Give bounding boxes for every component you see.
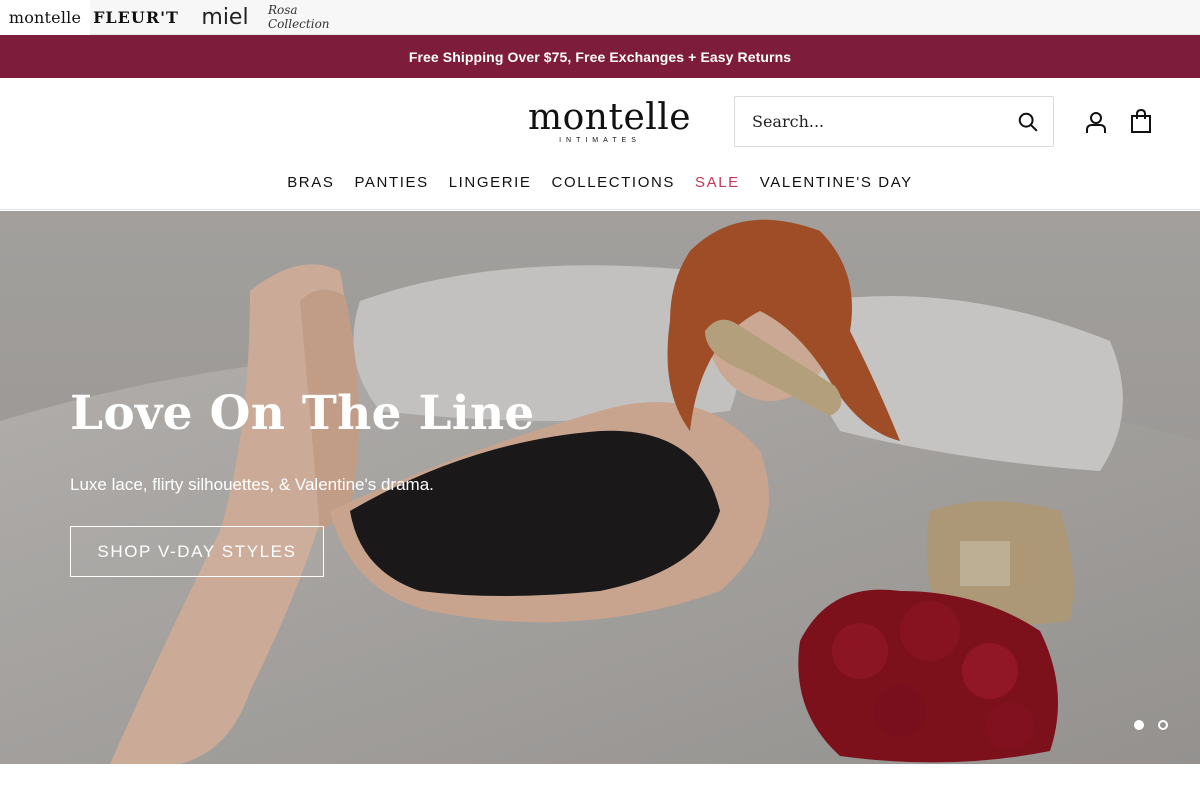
search-box bbox=[734, 96, 1054, 147]
site-logo[interactable]: montelle INTIMATES bbox=[528, 97, 692, 145]
brand-tab-montelle[interactable]: montelle bbox=[0, 0, 90, 35]
announcement-text: Free Shipping Over $75, Free Exchanges +… bbox=[408, 48, 792, 65]
nav-item-sale[interactable]: SALE bbox=[695, 174, 740, 191]
nav-item-lingerie[interactable]: LINGERIE bbox=[449, 174, 532, 191]
slide-dot-1[interactable] bbox=[1134, 720, 1144, 730]
shopping-bag-icon[interactable] bbox=[1129, 108, 1153, 134]
logo-wordmark: montelle bbox=[528, 97, 692, 138]
brand-tab-fleurt[interactable]: FLEUR'T bbox=[90, 0, 182, 35]
search-icon[interactable] bbox=[1017, 111, 1039, 133]
nav-item-panties[interactable]: PANTIES bbox=[354, 174, 428, 191]
shop-vday-styles-button[interactable]: SHOP V-DAY STYLES bbox=[70, 526, 324, 577]
slide-indicator bbox=[1134, 720, 1168, 730]
brand-tab-miel[interactable]: miel bbox=[182, 0, 268, 35]
announcement-bar: Free Shipping Over $75, Free Exchanges +… bbox=[0, 35, 1200, 78]
nav-item-bras[interactable]: BRAS bbox=[287, 174, 334, 191]
nav-item-valentines-day[interactable]: VALENTINE'S DAY bbox=[760, 174, 913, 191]
nav-item-collections[interactable]: COLLECTIONS bbox=[552, 174, 675, 191]
brand-tab-rosa-collection[interactable]: Rosa Collection bbox=[268, 0, 358, 35]
slide-dot-2[interactable] bbox=[1158, 720, 1168, 730]
user-icon[interactable] bbox=[1084, 110, 1108, 134]
logo-tagline: INTIMATES bbox=[559, 137, 641, 144]
hero-title: Love On The Line bbox=[70, 386, 535, 441]
hero-banner: Love On The Line Luxe lace, flirty silho… bbox=[0, 211, 1200, 764]
site-header: montelle INTIMATES BRAS PANTIES LINGERIE… bbox=[0, 78, 1200, 210]
search-input[interactable] bbox=[752, 112, 1017, 131]
brand-switcher-bar: montelle FLEUR'T miel Rosa Collection bbox=[0, 0, 1200, 35]
main-nav: BRAS PANTIES LINGERIE COLLECTIONS SALE V… bbox=[0, 174, 1200, 191]
hero-subtitle: Luxe lace, flirty silhouettes, & Valenti… bbox=[70, 475, 434, 494]
